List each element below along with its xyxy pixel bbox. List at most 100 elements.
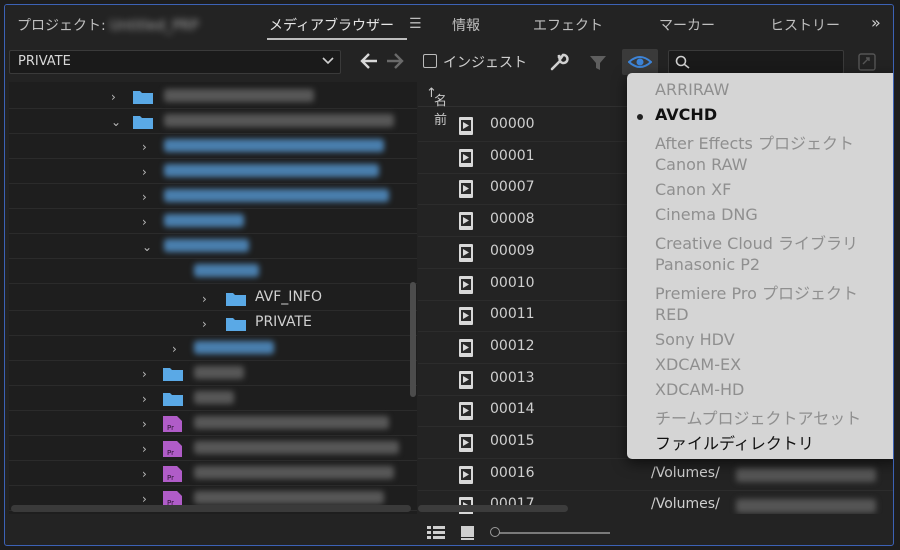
- file-row[interactable]: 00016/Volumes/: [418, 459, 893, 491]
- blurred-label: [164, 139, 384, 152]
- menu-item[interactable]: RED: [655, 305, 689, 324]
- menu-item[interactable]: ARRIRAW: [655, 80, 729, 99]
- chevron-right-icon[interactable]: ›: [142, 215, 147, 229]
- tab-markers[interactable]: マーカー: [659, 15, 715, 35]
- video-clip-icon: [459, 434, 473, 452]
- menu-item[interactable]: Panasonic P2: [655, 255, 760, 274]
- column-header-name[interactable]: 名前 ↑: [426, 86, 447, 128]
- chevron-right-icon[interactable]: ›: [142, 442, 147, 456]
- tree-row[interactable]: ›: [9, 184, 417, 209]
- icon-view-icon[interactable]: [460, 525, 476, 541]
- view-controls: [418, 517, 893, 545]
- blurred-label: [194, 264, 259, 277]
- tree-row[interactable]: › Pr: [9, 411, 417, 436]
- file-name: 00009: [490, 242, 535, 259]
- tree-row-private[interactable]: › PRIVATE: [9, 311, 417, 336]
- forward-arrow-icon[interactable]: [386, 53, 404, 69]
- zoom-slider-track[interactable]: [498, 532, 610, 534]
- menu-item[interactable]: Cinema DNG: [655, 205, 758, 224]
- chevron-right-icon[interactable]: ›: [142, 417, 147, 431]
- chevron-right-icon[interactable]: ›: [142, 165, 147, 179]
- search-field[interactable]: [668, 50, 844, 74]
- blurred-label: [164, 214, 244, 227]
- tab-overflow-icon[interactable]: »: [871, 13, 881, 32]
- video-clip-icon: [459, 148, 473, 167]
- panel-menu-icon[interactable]: ☰: [409, 16, 422, 32]
- folder-icon: [226, 293, 246, 306]
- menu-item[interactable]: Sony HDV: [655, 330, 735, 349]
- tree-vertical-scrollbar[interactable]: [410, 282, 416, 397]
- chevron-right-icon[interactable]: ›: [111, 90, 116, 104]
- blurred-label: [164, 189, 389, 202]
- menu-item[interactable]: Premiere Pro プロジェクト: [655, 280, 858, 304]
- ingest-checkbox[interactable]: [423, 54, 437, 68]
- eye-icon: [628, 56, 652, 68]
- video-clip-icon: [459, 307, 473, 326]
- tree-row[interactable]: › Pr: [9, 436, 417, 461]
- chevron-right-icon[interactable]: ›: [142, 467, 147, 481]
- chevron-right-icon[interactable]: ›: [142, 492, 147, 506]
- search-icon: [675, 55, 690, 69]
- chevron-down-icon[interactable]: ⌄: [142, 240, 152, 254]
- tree-row[interactable]: › Pr: [9, 461, 417, 486]
- tree-row[interactable]: ›: [9, 84, 417, 109]
- tree-row[interactable]: ⌄: [9, 234, 417, 259]
- chevron-right-icon[interactable]: ›: [172, 342, 177, 356]
- tree-row[interactable]: ›: [9, 134, 417, 159]
- folder-tree: › ⌄ › › › › ⌄ › AVF_INFO › PRIVATE › › ›…: [9, 82, 417, 514]
- list-view-icon[interactable]: [426, 525, 446, 541]
- chevron-right-icon[interactable]: ›: [142, 190, 147, 204]
- menu-item[interactable]: ファイルディレクトリ: [655, 430, 814, 454]
- svg-text:Pr: Pr: [167, 449, 174, 457]
- filter-icon[interactable]: [589, 54, 607, 72]
- search-input[interactable]: [693, 53, 837, 73]
- tab-effects[interactable]: エフェクト: [533, 15, 603, 35]
- menu-item[interactable]: XDCAM-EX: [655, 355, 741, 374]
- tree-row[interactable]: [9, 259, 417, 284]
- tree-row[interactable]: ›: [9, 386, 417, 411]
- blurred-label: [194, 391, 234, 404]
- back-arrow-icon[interactable]: [360, 53, 378, 69]
- tab-history[interactable]: ヒストリー: [770, 15, 840, 35]
- blurred-path: [736, 499, 876, 514]
- blurred-label: [194, 341, 274, 354]
- tree-row[interactable]: ›: [9, 361, 417, 386]
- chevron-down-icon[interactable]: ⌄: [111, 115, 121, 129]
- tree-row[interactable]: ›: [9, 336, 417, 361]
- tree-row[interactable]: ⌄: [9, 109, 417, 134]
- file-type-filter-button[interactable]: [622, 49, 658, 75]
- tree-horizontal-scrollbar[interactable]: [11, 505, 411, 512]
- menu-item[interactable]: XDCAM-HD: [655, 380, 744, 399]
- menu-item[interactable]: AVCHD: [655, 105, 717, 124]
- location-dropdown[interactable]: PRIVATE: [9, 50, 341, 74]
- menu-item[interactable]: Canon RAW: [655, 155, 748, 174]
- folder-icon: [133, 116, 153, 129]
- premiere-project-icon: Pr: [163, 441, 182, 457]
- list-horizontal-scrollbar[interactable]: [418, 505, 568, 512]
- tab-info[interactable]: 情報: [452, 15, 480, 35]
- menu-item[interactable]: Canon XF: [655, 180, 731, 199]
- tree-row-avf-info[interactable]: › AVF_INFO: [9, 286, 417, 311]
- ingest-label: インジェスト: [443, 55, 527, 71]
- link-media-icon[interactable]: [857, 52, 877, 72]
- tab-project[interactable]: プロジェクト: Untitled_PRP: [17, 15, 199, 35]
- wrench-icon[interactable]: [548, 51, 570, 73]
- chevron-right-icon[interactable]: ›: [142, 367, 147, 381]
- menu-item[interactable]: After Effects プロジェクト: [655, 130, 854, 154]
- chevron-right-icon[interactable]: ›: [142, 140, 147, 154]
- video-clip-icon: [459, 402, 473, 421]
- folder-icon: [226, 318, 246, 331]
- menu-item[interactable]: チームプロジェクトアセット: [655, 405, 861, 429]
- file-name: 00013: [490, 369, 535, 386]
- tab-media-browser[interactable]: メディアブラウザー: [269, 15, 394, 35]
- zoom-slider-knob[interactable]: [490, 527, 500, 537]
- blurred-label: [164, 164, 379, 177]
- chevron-right-icon[interactable]: ›: [202, 292, 207, 306]
- menu-item[interactable]: Creative Cloud ライブラリ: [655, 230, 858, 254]
- blurred-label: [194, 366, 244, 379]
- file-name: 00001: [490, 147, 535, 164]
- tree-row[interactable]: ›: [9, 209, 417, 234]
- chevron-right-icon[interactable]: ›: [142, 392, 147, 406]
- tree-row[interactable]: ›: [9, 159, 417, 184]
- chevron-right-icon[interactable]: ›: [202, 317, 207, 331]
